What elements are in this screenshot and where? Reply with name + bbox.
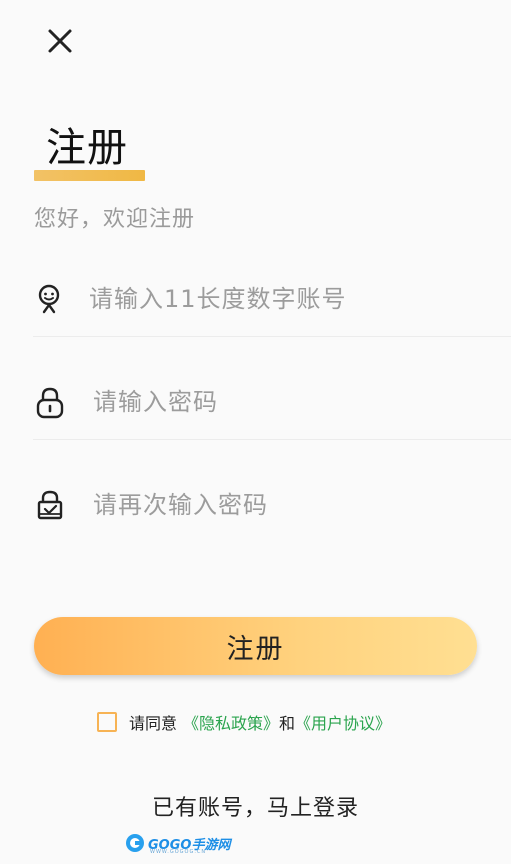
gogo-logo-icon — [126, 834, 144, 852]
login-link[interactable]: 已有账号，马上登录 — [0, 790, 511, 822]
page-subtitle: 您好，欢迎注册 — [34, 207, 196, 232]
agreement-row: 请同意 《隐私政策》 和 《用户协议》 — [97, 708, 391, 736]
register-button[interactable]: 注册 — [34, 617, 477, 675]
agreement-prefix: 请同意 — [129, 714, 178, 733]
close-button[interactable] — [44, 25, 76, 57]
gogo-watermark: GOGO手游网 WWW.GOGOG.CN — [124, 830, 230, 856]
account-input[interactable] — [87, 284, 491, 314]
close-icon — [48, 29, 72, 53]
privacy-policy-link[interactable]: 《隐私政策》 — [183, 710, 279, 734]
user-agreement-link[interactable]: 《用户协议》 — [295, 710, 391, 734]
register-button-label: 注册 — [226, 633, 285, 665]
confirm-password-input[interactable] — [91, 490, 495, 520]
watermark-sub: WWW.GOGOG.CN — [150, 849, 207, 855]
password-input[interactable] — [91, 387, 495, 417]
account-field — [33, 262, 511, 337]
agreement-and: 和 — [279, 714, 296, 733]
confirm-password-field — [33, 468, 511, 542]
page-title: 注册 — [46, 125, 128, 171]
user-smile-icon — [38, 284, 60, 314]
title-area: 注册 — [34, 118, 145, 181]
lock-icon — [36, 387, 64, 419]
password-field — [33, 365, 511, 440]
agreement-checkbox[interactable] — [97, 712, 117, 732]
lock-check-icon — [37, 490, 63, 520]
